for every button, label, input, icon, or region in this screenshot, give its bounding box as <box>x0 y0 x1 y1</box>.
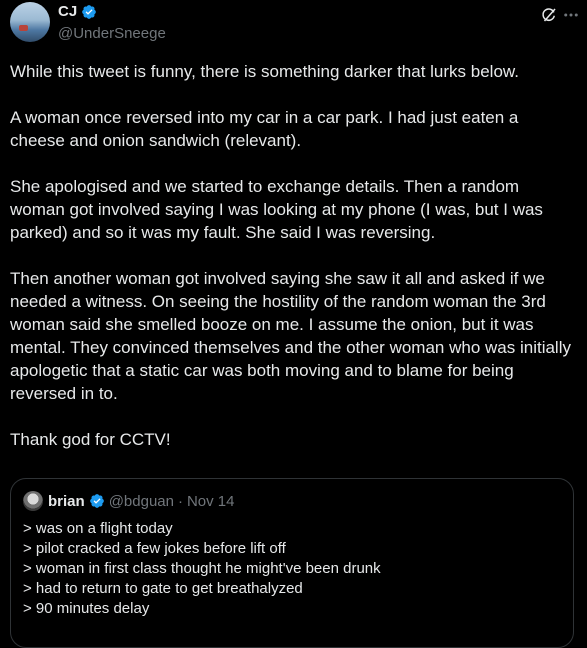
tweet-header: CJ @UnderSneege <box>10 2 580 46</box>
more-icon[interactable] <box>562 6 580 24</box>
separator-dot: · <box>177 492 183 510</box>
quoted-tweet-date[interactable]: Nov 14 <box>187 493 235 510</box>
tweet-paragraph: A woman once reversed into my car in a c… <box>10 108 519 150</box>
quoted-author-display-name[interactable]: brian <box>48 493 85 510</box>
tweet-paragraph: While this tweet is funny, there is some… <box>10 62 519 81</box>
author-avatar[interactable] <box>10 2 50 42</box>
tweet-paragraph: She apologised and we started to exchang… <box>10 177 543 242</box>
grok-icon[interactable] <box>540 6 558 24</box>
tweet-paragraph: Thank god for CCTV! <box>10 430 171 449</box>
quoted-tweet-text: > was on a flight today > pilot cracked … <box>23 519 381 619</box>
quoted-author-handle[interactable]: @bdguan <box>109 493 174 510</box>
quoted-line: > pilot cracked a few jokes before lift … <box>23 540 286 557</box>
quoted-tweet-header: brian @bdguan · Nov 14 <box>23 491 235 511</box>
tweet-text: While this tweet is funny, there is some… <box>10 60 575 474</box>
author-names: CJ @UnderSneege <box>58 2 166 44</box>
author-display-name[interactable]: CJ <box>58 2 97 22</box>
tweet-paragraph: Then another woman got involved saying s… <box>10 269 571 403</box>
quoted-line: > was on a flight today <box>23 520 173 537</box>
quoted-line: > woman in first class thought he might'… <box>23 560 381 577</box>
author-handle[interactable]: @UnderSneege <box>58 24 166 44</box>
verified-badge-icon <box>82 5 97 19</box>
quoted-author-avatar[interactable] <box>23 491 43 511</box>
quoted-line: > had to return to gate to get breathaly… <box>23 580 303 597</box>
quoted-line: > 90 minutes delay <box>23 600 150 617</box>
verified-badge-icon <box>89 494 104 508</box>
quoted-tweet[interactable]: brian @bdguan · Nov 14 > was on a flight… <box>10 478 574 648</box>
